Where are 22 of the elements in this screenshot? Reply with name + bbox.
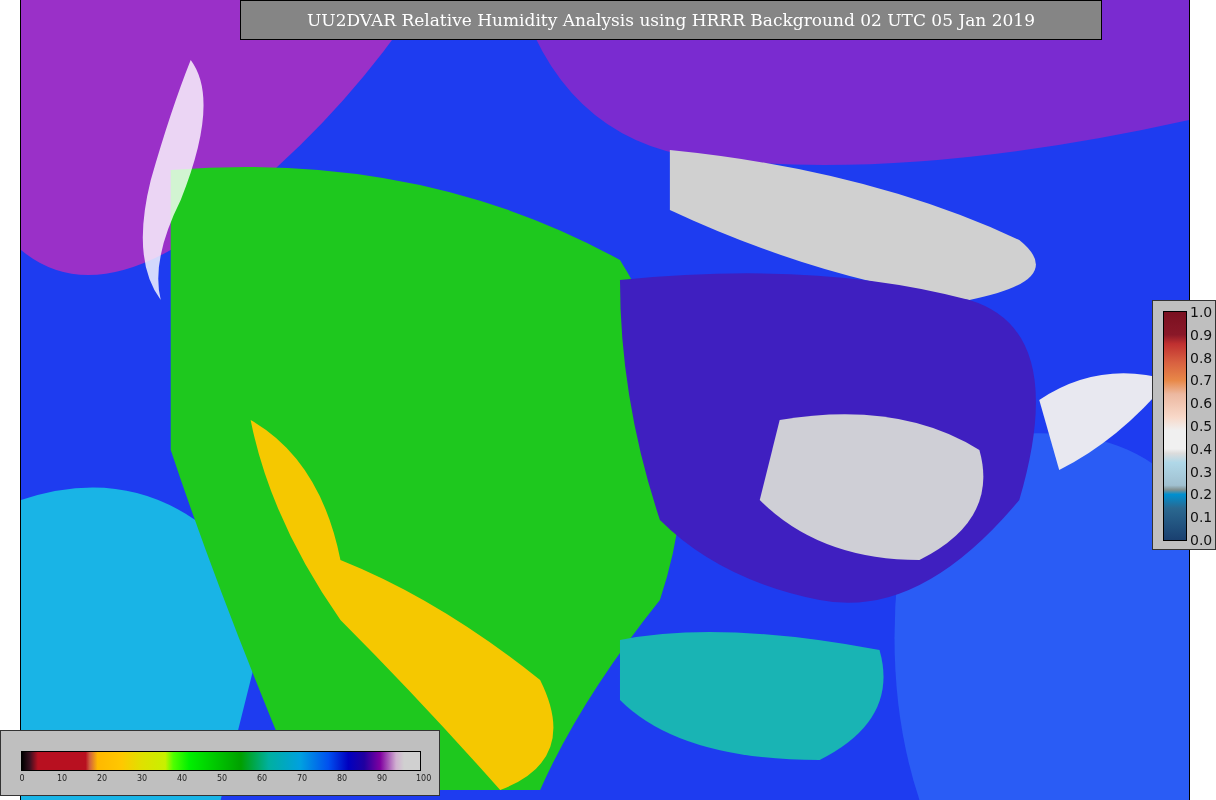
tick-label: 0.7 [1190,372,1213,389]
tick-label: 0.4 [1190,440,1213,457]
tick-label: 50 [216,774,228,783]
tick-label: 0.8 [1190,349,1213,366]
map-title: UU2DVAR Relative Humidity Analysis using HRRR Background 02 UTC 05 Jan 2019 [240,0,1102,40]
tick-label: 1.0 [1190,304,1213,320]
tick-label: 0.2 [1190,486,1213,503]
tick-label: 0.1 [1190,509,1213,526]
tick-label: 0.5 [1190,418,1213,434]
tick-label: 70 [296,774,308,783]
tick-label: 40 [176,774,188,783]
tick-label: 20 [96,774,108,783]
tick-label: 0.6 [1190,395,1213,412]
tick-label: 0.0 [1190,531,1213,548]
tick-label: 0.3 [1190,463,1213,480]
tick-label: 90 [376,774,388,783]
tick-label: 60 [256,774,268,783]
tick-label: 0 [18,774,26,783]
tick-label: 10 [56,774,68,783]
tick-label: 80 [336,774,348,783]
tick-label: 30 [136,774,148,783]
tick-label: 0.9 [1190,326,1213,343]
